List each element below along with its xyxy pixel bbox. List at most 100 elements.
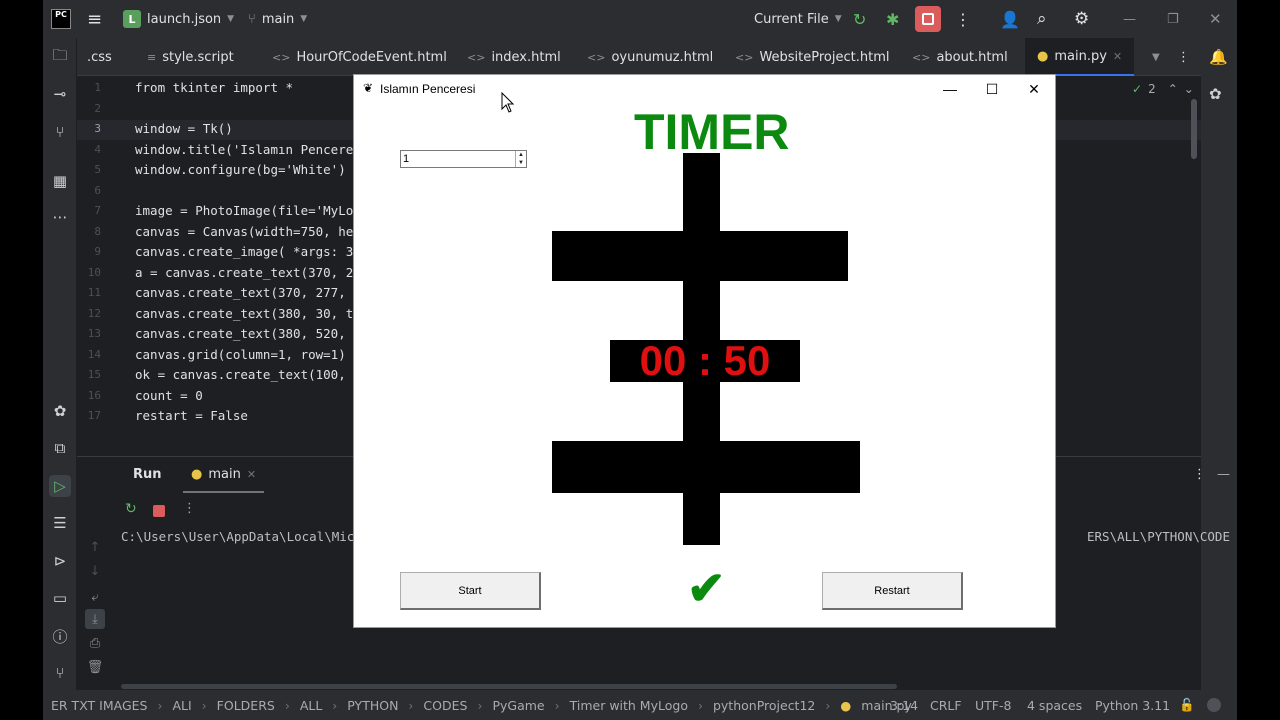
line-number: 12	[87, 307, 101, 320]
editor-tabs: .css ≡ style.script <> HourOfCodeEvent.htm…	[77, 38, 1201, 76]
stop-icon[interactable]	[153, 505, 165, 517]
tk-close-icon[interactable]: ✕	[1012, 75, 1056, 103]
structure-icon[interactable]: ▦	[49, 170, 71, 192]
code-line: canvas.grid(column=1, row=1)	[135, 347, 346, 362]
line-number: 2	[94, 102, 101, 115]
soft-wrap-icon[interactable]: ⤶	[85, 587, 105, 607]
tab-oyunumuz[interactable]: <> oyunumuz.html	[587, 38, 713, 76]
inspection-widget[interactable]: ✓ 2 ⌃ ⌄	[1132, 82, 1194, 96]
services-icon[interactable]: ⊳	[49, 550, 71, 572]
close-tab-icon[interactable]: ✕	[1113, 50, 1122, 63]
breadcrumb-item[interactable]: FOLDERS	[217, 698, 275, 713]
arrow-down-icon[interactable]: ↓	[85, 561, 105, 581]
close-icon[interactable]: ✕	[1209, 0, 1222, 38]
more-tools-icon[interactable]: ⋯	[49, 206, 71, 228]
line-separator[interactable]: CRLF	[930, 698, 962, 713]
stop-button[interactable]	[915, 0, 941, 38]
caret-position[interactable]: 3:14	[890, 698, 918, 713]
breadcrumb-item[interactable]: CODES	[423, 698, 467, 713]
tab-main-py[interactable]: ● main.py ✕	[1025, 38, 1135, 76]
minimize-icon[interactable]: —	[1123, 0, 1136, 38]
code-line: a = canvas.create_text(370, 2	[135, 265, 354, 280]
arrow-up-icon[interactable]: ↑	[85, 537, 105, 557]
lock-icon[interactable]: 🔓	[1179, 697, 1195, 713]
debug-icon[interactable]: ✱	[886, 0, 899, 38]
scroll-to-end-icon[interactable]: ⤓	[85, 609, 105, 629]
minutes-spinbox[interactable]: 1 ▲ ▼	[400, 150, 527, 168]
trash-icon[interactable]: 🗑	[85, 657, 105, 677]
console-scrollbar[interactable]	[121, 684, 897, 689]
rerun-icon[interactable]: ↻	[125, 501, 137, 517]
pull-request-icon[interactable]: ⑂	[49, 121, 71, 143]
restore-icon[interactable]: ❐	[1167, 0, 1179, 38]
branch-selector[interactable]: ⑂ main ▼	[248, 0, 307, 38]
run-config-selector[interactable]: Current File ▼	[754, 0, 842, 38]
spinbox-arrows[interactable]: ▲ ▼	[515, 151, 526, 167]
tk-minimize-icon[interactable]: —	[928, 75, 972, 103]
logo-lower-bar	[552, 441, 860, 493]
python-interpreter[interactable]: Python 3.11	[1095, 698, 1170, 713]
breadcrumb-item[interactable]: PYTHON	[347, 698, 398, 713]
tab-hourofcodeevent[interactable]: <> HourOfCodeEvent.html	[272, 38, 447, 76]
plugin-icon[interactable]: ✿	[49, 400, 71, 422]
main-menu-icon[interactable]: ≡	[87, 0, 102, 38]
gear-icon[interactable]: ⚙	[1074, 0, 1089, 38]
bell-icon[interactable]: 🔔	[1209, 48, 1228, 66]
tabs-more-icon[interactable]: ⋮	[1177, 38, 1190, 76]
title-bar: PC ≡ L launch.json ▼ ⑂ main ▼ Current Fi…	[43, 0, 1237, 38]
tab-style-script[interactable]: ≡ style.script	[147, 38, 234, 76]
breadcrumb-item[interactable]: Timer with MyLogo	[570, 698, 688, 713]
layers-icon[interactable]: ☰	[49, 512, 71, 534]
breadcrumb-item[interactable]: pythonProject12	[713, 698, 815, 713]
indent-setting[interactable]: 4 spaces	[1027, 698, 1082, 713]
hide-panel-icon[interactable]: —	[1217, 467, 1230, 482]
more-icon[interactable]: ⋮	[1193, 467, 1206, 482]
line-number: 9	[94, 245, 101, 258]
commit-icon[interactable]: ⊸	[49, 83, 71, 105]
chevron-down-icon[interactable]: ⌄	[1184, 82, 1194, 96]
plugin-icon[interactable]: ✿	[1209, 85, 1222, 103]
branch-icon: ⑂	[248, 11, 256, 27]
line-number: 6	[94, 184, 101, 197]
run-icon[interactable]: ▷	[49, 475, 71, 497]
line-number: 1	[94, 81, 101, 94]
tab-css[interactable]: .css	[87, 38, 112, 76]
file-encoding[interactable]: UTF-8	[975, 698, 1011, 713]
tab-about[interactable]: <> about.html	[912, 38, 1008, 76]
branch-name: main	[261, 11, 295, 27]
more-icon[interactable]: ⋮	[183, 501, 196, 516]
editor-scrollbar[interactable]	[1191, 99, 1197, 159]
breadcrumb-item[interactable]: PyGame	[492, 698, 544, 713]
rerun-icon[interactable]: ↻	[853, 0, 866, 38]
git-icon[interactable]: ⑂	[49, 662, 71, 684]
breadcrumb-item[interactable]: ER TXT IMAGES	[51, 698, 147, 713]
project-selector[interactable]: L launch.json ▼	[123, 0, 234, 38]
tk-maximize-icon[interactable]: ☐	[970, 75, 1014, 103]
tab-index[interactable]: <> index.html	[467, 38, 561, 76]
chevron-up-icon[interactable]: ⌃	[1168, 82, 1178, 96]
terminal-icon[interactable]: ▭	[49, 587, 71, 609]
html-file-icon: <>	[735, 50, 754, 64]
close-tab-icon[interactable]: ✕	[247, 468, 256, 481]
run-tab-main[interactable]: ● main ✕	[183, 457, 265, 493]
code-line: ok = canvas.create_text(100,	[135, 367, 346, 382]
add-user-icon[interactable]: 👤	[1000, 0, 1020, 38]
tabs-dropdown-icon[interactable]: ▼	[1152, 38, 1160, 76]
tab-websiteproject[interactable]: <> WebsiteProject.html	[735, 38, 889, 76]
html-file-icon: <>	[467, 50, 486, 64]
problems-icon[interactable]: ⓘ	[49, 625, 71, 647]
line-number: 14	[87, 348, 101, 361]
line-number: 11	[87, 286, 101, 299]
check-icon: ✓	[1132, 82, 1143, 96]
restart-button[interactable]: Restart	[822, 572, 963, 610]
python-console-icon[interactable]: ⧉	[49, 437, 71, 459]
tab-label: index.html	[491, 49, 561, 65]
search-icon[interactable]: ⌕	[1037, 0, 1047, 38]
folder-icon[interactable]: 🗀	[49, 46, 71, 68]
start-button[interactable]: Start	[400, 572, 541, 610]
breadcrumb-item[interactable]: ALI	[172, 698, 191, 713]
tab-label: HourOfCodeEvent.html	[296, 49, 447, 65]
breadcrumb-item[interactable]: ALL	[300, 698, 322, 713]
print-icon[interactable]: ⎙	[85, 633, 105, 653]
more-icon[interactable]: ⋮	[955, 0, 971, 38]
